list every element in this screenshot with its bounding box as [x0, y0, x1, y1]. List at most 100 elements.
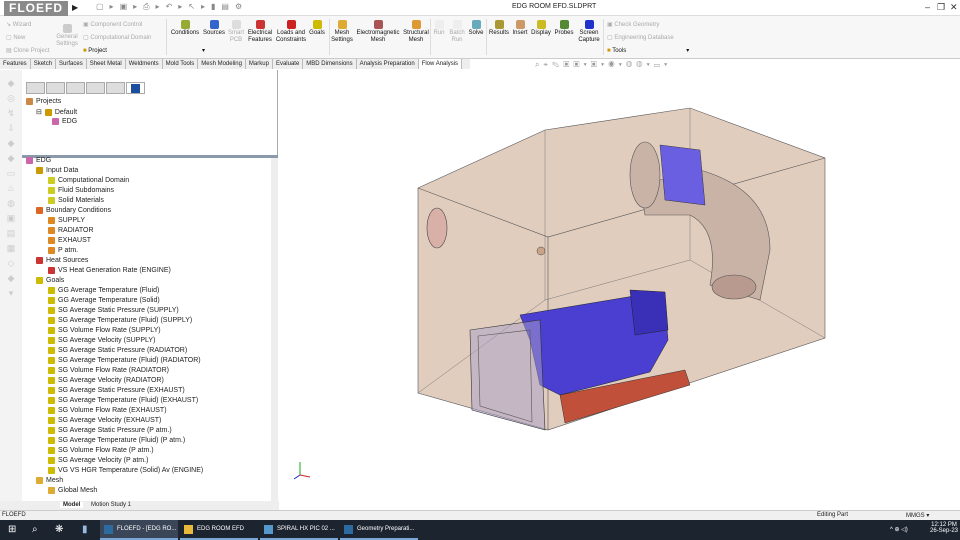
- tab-markup[interactable]: Markup: [246, 59, 273, 69]
- engineering-database-button[interactable]: ▢ Engineering Database: [607, 34, 674, 41]
- tab-evaluate[interactable]: Evaluate: [273, 59, 304, 69]
- tree-edg[interactable]: EDG: [26, 157, 51, 164]
- taskbar-item-folder[interactable]: EDG ROOM EFD: [180, 520, 258, 540]
- tree-goal[interactable]: GG Average Temperature (Solid): [48, 297, 160, 304]
- tree-goal[interactable]: SG Volume Flow Rate (RADIATOR): [48, 367, 169, 374]
- tree-goal[interactable]: SG Average Static Pressure (P atm.): [48, 427, 172, 434]
- tree-projects[interactable]: Projects: [26, 98, 61, 105]
- general-settings-button[interactable]: General Settings: [55, 24, 79, 48]
- tree-input-item[interactable]: Computational Domain: [48, 177, 129, 184]
- solve-button[interactable]: Solve: [467, 20, 485, 37]
- minimize-icon[interactable]: –: [925, 2, 930, 12]
- results-button[interactable]: Results: [488, 20, 510, 37]
- tree-boundary-condition[interactable]: P atm.: [48, 247, 78, 254]
- panel-splitter[interactable]: [22, 155, 278, 158]
- electromagnetic-mesh-button[interactable]: Electromagnetic Mesh: [356, 20, 400, 44]
- tab-flow-analysis[interactable]: Flow Analysis: [418, 59, 463, 69]
- computational-domain-button[interactable]: ▢ Computational Domain: [83, 34, 151, 41]
- tree-goal[interactable]: SG Volume Flow Rate (SUPPLY): [48, 327, 161, 334]
- tree-boundary-conditions[interactable]: Boundary Conditions: [36, 207, 111, 214]
- tree-goal[interactable]: SG Average Static Pressure (EXHAUST): [48, 387, 185, 394]
- loads-constraints-button[interactable]: Loads and Constraints: [275, 20, 307, 44]
- sources-button[interactable]: Sources: [202, 20, 226, 37]
- tree-heat-source[interactable]: VS Heat Generation Rate (ENGINE): [48, 267, 171, 274]
- tab-configuration-manager[interactable]: [66, 82, 85, 94]
- tab-mesh-modeling[interactable]: Mesh Modeling: [198, 59, 246, 69]
- tab-analysis-preparation[interactable]: Analysis Preparation: [357, 59, 419, 69]
- conditions-button[interactable]: Conditions: [170, 20, 200, 37]
- tree-scrollbar[interactable]: [271, 158, 278, 510]
- windows-start-icon[interactable]: ⊞: [8, 524, 16, 535]
- tree-goal[interactable]: VG VS HGR Temperature (Solid) Av (ENGINE…: [48, 467, 203, 474]
- tree-goals[interactable]: Goals: [36, 277, 64, 284]
- tree-goal[interactable]: SG Average Velocity (RADIATOR): [48, 377, 164, 384]
- component-control-button[interactable]: ▣ Component Control: [83, 21, 142, 28]
- quick-access-toolbar[interactable]: ▢▸▣▸⎙▸↶▸↖▸▮▤⚙: [96, 2, 248, 12]
- smart-pcb-button[interactable]: Smart PCB: [227, 20, 245, 44]
- tree-input-item[interactable]: Solid Materials: [48, 197, 104, 204]
- view-heads-up-toolbar[interactable]: ⌕⌖✎▣▣▾▣▾◉▾◍◍▾▭▾: [535, 60, 671, 70]
- tab-surfaces[interactable]: Surfaces: [56, 59, 87, 69]
- tab-mbd-dimensions[interactable]: MBD Dimensions: [303, 59, 357, 69]
- tab-flow-analysis-tree[interactable]: [126, 82, 145, 94]
- project-dropdown[interactable]: ■ Project ▾: [83, 47, 205, 54]
- tab-motion-study-1[interactable]: Motion Study 1: [88, 502, 134, 508]
- display-button[interactable]: Display: [530, 20, 552, 37]
- search-icon[interactable]: ⌕: [32, 524, 38, 535]
- 3d-model-view[interactable]: [279, 70, 960, 510]
- tree-goal[interactable]: SG Volume Flow Rate (P atm.): [48, 447, 154, 454]
- menu-expand-icon[interactable]: ▶: [72, 3, 78, 12]
- tree-goal[interactable]: SG Average Temperature (Fluid) (P atm.): [48, 437, 185, 444]
- tab-sketch[interactable]: Sketch: [31, 59, 57, 69]
- units-selector[interactable]: MMGS ▾: [906, 512, 929, 519]
- tree-boundary-condition[interactable]: SUPPLY: [48, 217, 85, 224]
- tree-goal[interactable]: SG Average Temperature (Fluid) (EXHAUST): [48, 397, 198, 404]
- tree-boundary-condition[interactable]: RADIATOR: [48, 227, 94, 234]
- tree-goal[interactable]: SG Volume Flow Rate (EXHAUST): [48, 407, 167, 414]
- tree-goal[interactable]: GG Average Temperature (Fluid): [48, 287, 159, 294]
- wizard-button[interactable]: ↘ Wizard: [6, 21, 31, 28]
- tab-features[interactable]: Features: [0, 59, 31, 69]
- tree-goal[interactable]: SG Average Temperature (Fluid) (SUPPLY): [48, 317, 192, 324]
- tab-property-manager[interactable]: [46, 82, 65, 94]
- batch-run-button[interactable]: Batch Run: [448, 20, 466, 44]
- electrical-features-button[interactable]: Electrical Features: [246, 20, 274, 44]
- tab-sheet-metal[interactable]: Sheet Metal: [87, 59, 126, 69]
- restore-icon[interactable]: ❐: [937, 2, 945, 13]
- clone-project-button[interactable]: ▤ Clone Project: [6, 47, 49, 54]
- tree-heat-sources[interactable]: Heat Sources: [36, 257, 88, 264]
- insert-button[interactable]: Insert: [511, 20, 529, 37]
- tree-goal[interactable]: SG Average Static Pressure (SUPPLY): [48, 307, 179, 314]
- clock[interactable]: 12:12 PM 26-Sep-23: [930, 522, 958, 534]
- tools-dropdown[interactable]: ■ Tools ▾: [607, 47, 689, 54]
- tab-model[interactable]: Model: [60, 502, 84, 508]
- tree-project-edg[interactable]: EDG: [52, 118, 77, 125]
- tree-input-item[interactable]: Fluid Subdomains: [48, 187, 114, 194]
- tree-goal[interactable]: SG Average Velocity (SUPPLY): [48, 337, 155, 344]
- task-view-icon[interactable]: ❋: [55, 524, 63, 535]
- tab-mold-tools[interactable]: Mold Tools: [163, 59, 199, 69]
- goals-button[interactable]: Goals: [308, 20, 326, 37]
- tab-feature-manager[interactable]: [26, 82, 45, 94]
- probes-button[interactable]: Probes: [554, 20, 574, 37]
- check-geometry-button[interactable]: ▣ Check Geometry: [607, 21, 659, 28]
- tray-icons[interactable]: ^ ⊕ ◁): [890, 526, 908, 533]
- run-button[interactable]: Run: [432, 20, 446, 37]
- screen-capture-button[interactable]: Screen Capture: [577, 20, 601, 44]
- tab-weldments[interactable]: Weldments: [126, 59, 163, 69]
- tree-goal[interactable]: SG Average Temperature (Fluid) (RADIATOR…: [48, 357, 201, 364]
- graphics-viewport[interactable]: [279, 70, 960, 510]
- tree-input-data[interactable]: Input Data: [36, 167, 78, 174]
- tree-goal[interactable]: SG Average Static Pressure (RADIATOR): [48, 347, 187, 354]
- close-icon[interactable]: ✕: [950, 2, 958, 13]
- structural-mesh-button[interactable]: Structural Mesh: [402, 20, 430, 44]
- tree-mesh-item[interactable]: Global Mesh: [48, 487, 97, 494]
- taskbar-item-spiral[interactable]: SPIRAL HX PIC 02 ...: [260, 520, 338, 540]
- taskbar-item-geometry[interactable]: Geometry Preparati...: [340, 520, 418, 540]
- tree-mesh[interactable]: Mesh: [36, 477, 63, 484]
- app-pinned-icon[interactable]: ▮: [82, 524, 88, 535]
- mesh-settings-button[interactable]: Mesh Settings: [330, 20, 354, 44]
- tree-default-config[interactable]: ⊟ Default: [36, 108, 77, 116]
- tab-dimxpert[interactable]: [86, 82, 105, 94]
- tab-display-manager[interactable]: [106, 82, 125, 94]
